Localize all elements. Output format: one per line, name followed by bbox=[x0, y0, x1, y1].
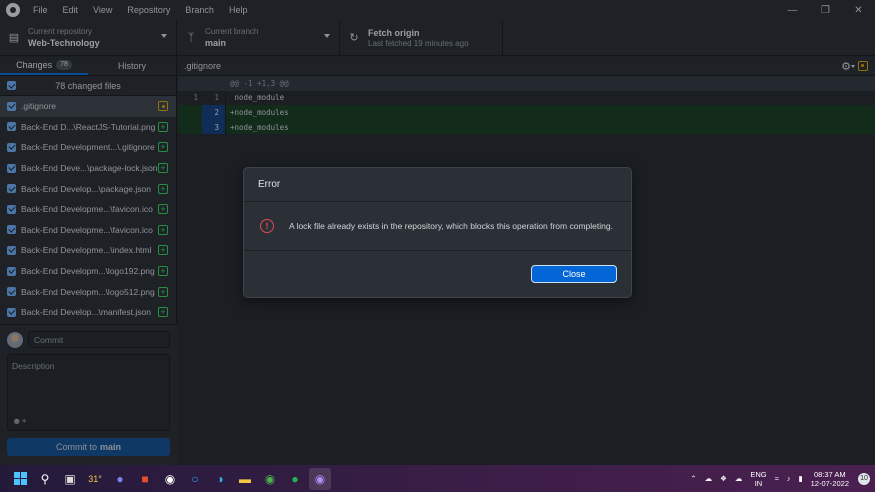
weather-temp: 31° bbox=[88, 473, 102, 484]
office-icon[interactable]: ■ bbox=[134, 468, 156, 490]
github-desktop-window: File Edit View Repository Branch Help — … bbox=[0, 0, 875, 465]
language-indicator[interactable]: ENG IN bbox=[750, 470, 766, 488]
windows-logo-icon bbox=[13, 472, 27, 485]
dialog-title: Error bbox=[244, 168, 631, 202]
github-taskbar-icon[interactable]: ◉ bbox=[159, 468, 181, 490]
dialog-footer: Close bbox=[244, 251, 631, 297]
spotify-icon[interactable]: ● bbox=[284, 468, 306, 490]
dialog-message: A lock file already exists in the reposi… bbox=[289, 221, 613, 231]
battery-icon[interactable]: ▮ bbox=[798, 474, 802, 483]
start-button[interactable] bbox=[9, 468, 31, 490]
notification-badge[interactable]: 10 bbox=[858, 472, 870, 485]
clock-time: 08:37 AM bbox=[813, 469, 846, 479]
cloud-icon[interactable]: ☁ bbox=[705, 474, 713, 483]
volume-icon[interactable]: ♪ bbox=[787, 474, 791, 483]
clock-date: 12-07-2022 bbox=[810, 478, 849, 488]
chrome-icon[interactable]: ◉ bbox=[259, 468, 281, 490]
windows-taskbar: ⚲ ▣ 31° ● ■ ◉ ○ ◑ ▬ ◉ ● ◉ ⌃ ☁ ❖ ☁ ENG IN… bbox=[0, 465, 875, 492]
task-view-icon[interactable]: ▣ bbox=[59, 468, 81, 490]
wifi-icon[interactable]: ≈ bbox=[775, 474, 779, 483]
language-region: IN bbox=[754, 478, 763, 488]
chevron-up-icon[interactable]: ⌃ bbox=[690, 474, 696, 483]
system-tray: ⌃ ☁ ❖ ☁ ENG IN ≈ ♪ ▮ 08:37 AM 12-07-2022… bbox=[686, 465, 875, 492]
edge-icon[interactable]: ◑ bbox=[209, 468, 231, 490]
file-explorer-icon[interactable]: ▬ bbox=[234, 468, 256, 490]
language-code: ENG bbox=[750, 469, 767, 479]
cortana-icon[interactable]: ○ bbox=[184, 468, 206, 490]
cloud-icon[interactable]: ☁ bbox=[735, 474, 743, 483]
teams-icon[interactable]: ● bbox=[109, 468, 131, 490]
weather-icon[interactable]: 31° bbox=[84, 468, 106, 490]
dropbox-icon[interactable]: ❖ bbox=[720, 474, 727, 483]
search-icon[interactable]: ⚲ bbox=[34, 468, 56, 490]
github-desktop-taskbar-icon[interactable]: ◉ bbox=[309, 467, 331, 490]
error-dialog: Error ! A lock file already exists in th… bbox=[243, 167, 632, 298]
close-button[interactable]: Close bbox=[531, 265, 617, 283]
error-icon: ! bbox=[260, 219, 274, 233]
clock[interactable]: 08:37 AM 12-07-2022 bbox=[811, 470, 849, 488]
dialog-body: ! A lock file already exists in the repo… bbox=[244, 202, 631, 251]
